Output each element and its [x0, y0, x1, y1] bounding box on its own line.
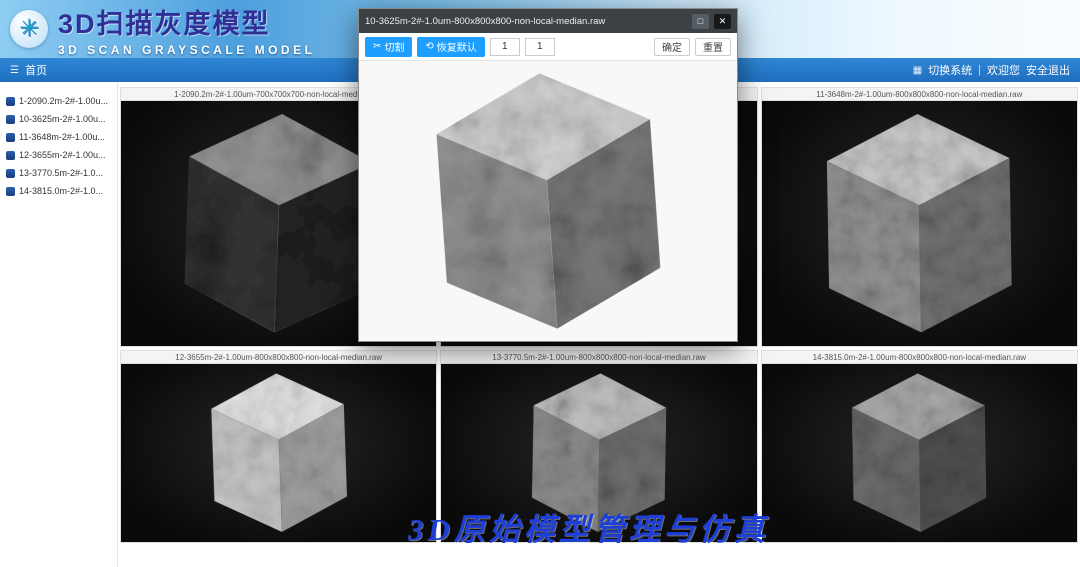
model-icon [6, 133, 15, 142]
model-caption: 12-3655m-2#-1.00um-800x800x800-non-local… [121, 351, 436, 364]
nav-welcome-text: 欢迎您 [987, 62, 1020, 78]
model-icon [6, 97, 15, 106]
model-icon [6, 151, 15, 160]
nav-right: ▦ 切换系统 | 欢迎您 安全退出 [913, 62, 1070, 78]
reset-button[interactable]: 重置 [695, 38, 731, 56]
sidebar-item-label: 11-3648m-2#-1.00u... [19, 132, 105, 142]
sidebar-item-model-13[interactable]: 13-3770.5m-2#-1.0... [0, 164, 117, 182]
volume-cube-render-large [422, 61, 673, 341]
page-subtitle: 3D SCAN GRAYSCALE MODEL [58, 43, 315, 57]
app-logo-icon: ✳ [10, 10, 48, 48]
sidebar-item-model-14[interactable]: 14-3815.0m-2#-1.0... [0, 182, 117, 200]
page-title: 3D扫描灰度模型 [58, 2, 315, 41]
model-cell-14[interactable]: 14-3815.0m-2#-1.00um-800x800x800-non-loc… [761, 350, 1078, 543]
volume-cube-render [204, 367, 354, 539]
sidebar-item-model-12[interactable]: 12-3655m-2#-1.00u... [0, 146, 117, 164]
sidebar-item-label: 13-3770.5m-2#-1.0... [19, 168, 103, 178]
nav-logout-link[interactable]: 安全退出 [1026, 62, 1070, 78]
model-icon [6, 115, 15, 124]
confirm-button[interactable]: 确定 [654, 38, 690, 56]
refresh-icon: ⟲ [425, 41, 433, 52]
restore-button-label: 恢复默认 [437, 39, 477, 54]
model-caption: 14-3815.0m-2#-1.00um-800x800x800-non-loc… [762, 351, 1077, 364]
cut-button-label: 切割 [384, 39, 404, 54]
sidebar-item-label: 10-3625m-2#-1.00u... [19, 114, 106, 124]
sidebar-item-model-1[interactable]: 1-2090.2m-2#-1.00u... [0, 92, 117, 110]
app-titles: 3D扫描灰度模型 3D SCAN GRAYSCALE MODEL [58, 2, 315, 57]
modal-title: 10-3625m-2#-1.0um-800x800x800-non-local-… [365, 16, 687, 27]
close-button[interactable]: ✕ [714, 14, 731, 29]
sidebar-item-label: 1-2090.2m-2#-1.00u... [19, 96, 108, 106]
app-root: ✳ 3D扫描灰度模型 3D SCAN GRAYSCALE MODEL ☰ 首页 … [0, 0, 1080, 567]
model-viewport[interactable] [762, 364, 1077, 542]
volume-cube-render [818, 107, 1021, 341]
restore-default-button[interactable]: ⟲ 恢复默认 [417, 37, 484, 57]
model-viewport[interactable] [121, 364, 436, 542]
slice-y-input[interactable] [525, 38, 555, 56]
model-detail-modal: 10-3625m-2#-1.0um-800x800x800-non-local-… [358, 8, 738, 342]
model-caption: 13-3770.5m-2#-1.00um-800x800x800-non-loc… [441, 351, 756, 364]
watermark-text: 3D原始模型管理与仿真 [408, 504, 769, 549]
nav-switch-system-link[interactable]: 切换系统 [928, 62, 972, 78]
starburst-icon: ✳ [19, 17, 39, 41]
model-caption: 11-3648m-2#-1.00um-800x800x800-non-local… [762, 88, 1077, 101]
sidebar-item-label: 14-3815.0m-2#-1.0... [19, 186, 103, 196]
nav-left: ☰ 首页 [10, 62, 47, 78]
scissors-icon: ✂ [373, 41, 381, 52]
model-cell-12[interactable]: 12-3655m-2#-1.00um-800x800x800-non-local… [120, 350, 437, 543]
volume-cube-render [175, 105, 381, 342]
cut-button[interactable]: ✂ 切割 [365, 37, 412, 57]
model-icon [6, 187, 15, 196]
model-cell-11[interactable]: 11-3648m-2#-1.00um-800x800x800-non-local… [761, 87, 1078, 347]
volume-cube-render [846, 368, 993, 538]
sidebar-item-model-10[interactable]: 10-3625m-2#-1.00u... [0, 110, 117, 128]
modal-title-bar: 10-3625m-2#-1.0um-800x800x800-non-local-… [359, 9, 737, 33]
switch-icon: ▦ [913, 65, 922, 76]
nav-divider: | [978, 64, 981, 76]
sidebar: 1-2090.2m-2#-1.00u... 10-3625m-2#-1.00u.… [0, 82, 118, 567]
slice-x-input[interactable] [490, 38, 520, 56]
menu-icon: ☰ [10, 65, 19, 76]
modal-toolbar: ✂ 切割 ⟲ 恢复默认 确定 重置 [359, 33, 737, 61]
nav-home-link[interactable]: 首页 [25, 62, 47, 78]
model-viewport[interactable] [762, 101, 1077, 346]
modal-viewport[interactable] [359, 61, 737, 341]
sidebar-item-model-11[interactable]: 11-3648m-2#-1.00u... [0, 128, 117, 146]
minimize-button[interactable]: □ [692, 14, 709, 29]
sidebar-item-label: 12-3655m-2#-1.00u... [19, 150, 106, 160]
model-icon [6, 169, 15, 178]
